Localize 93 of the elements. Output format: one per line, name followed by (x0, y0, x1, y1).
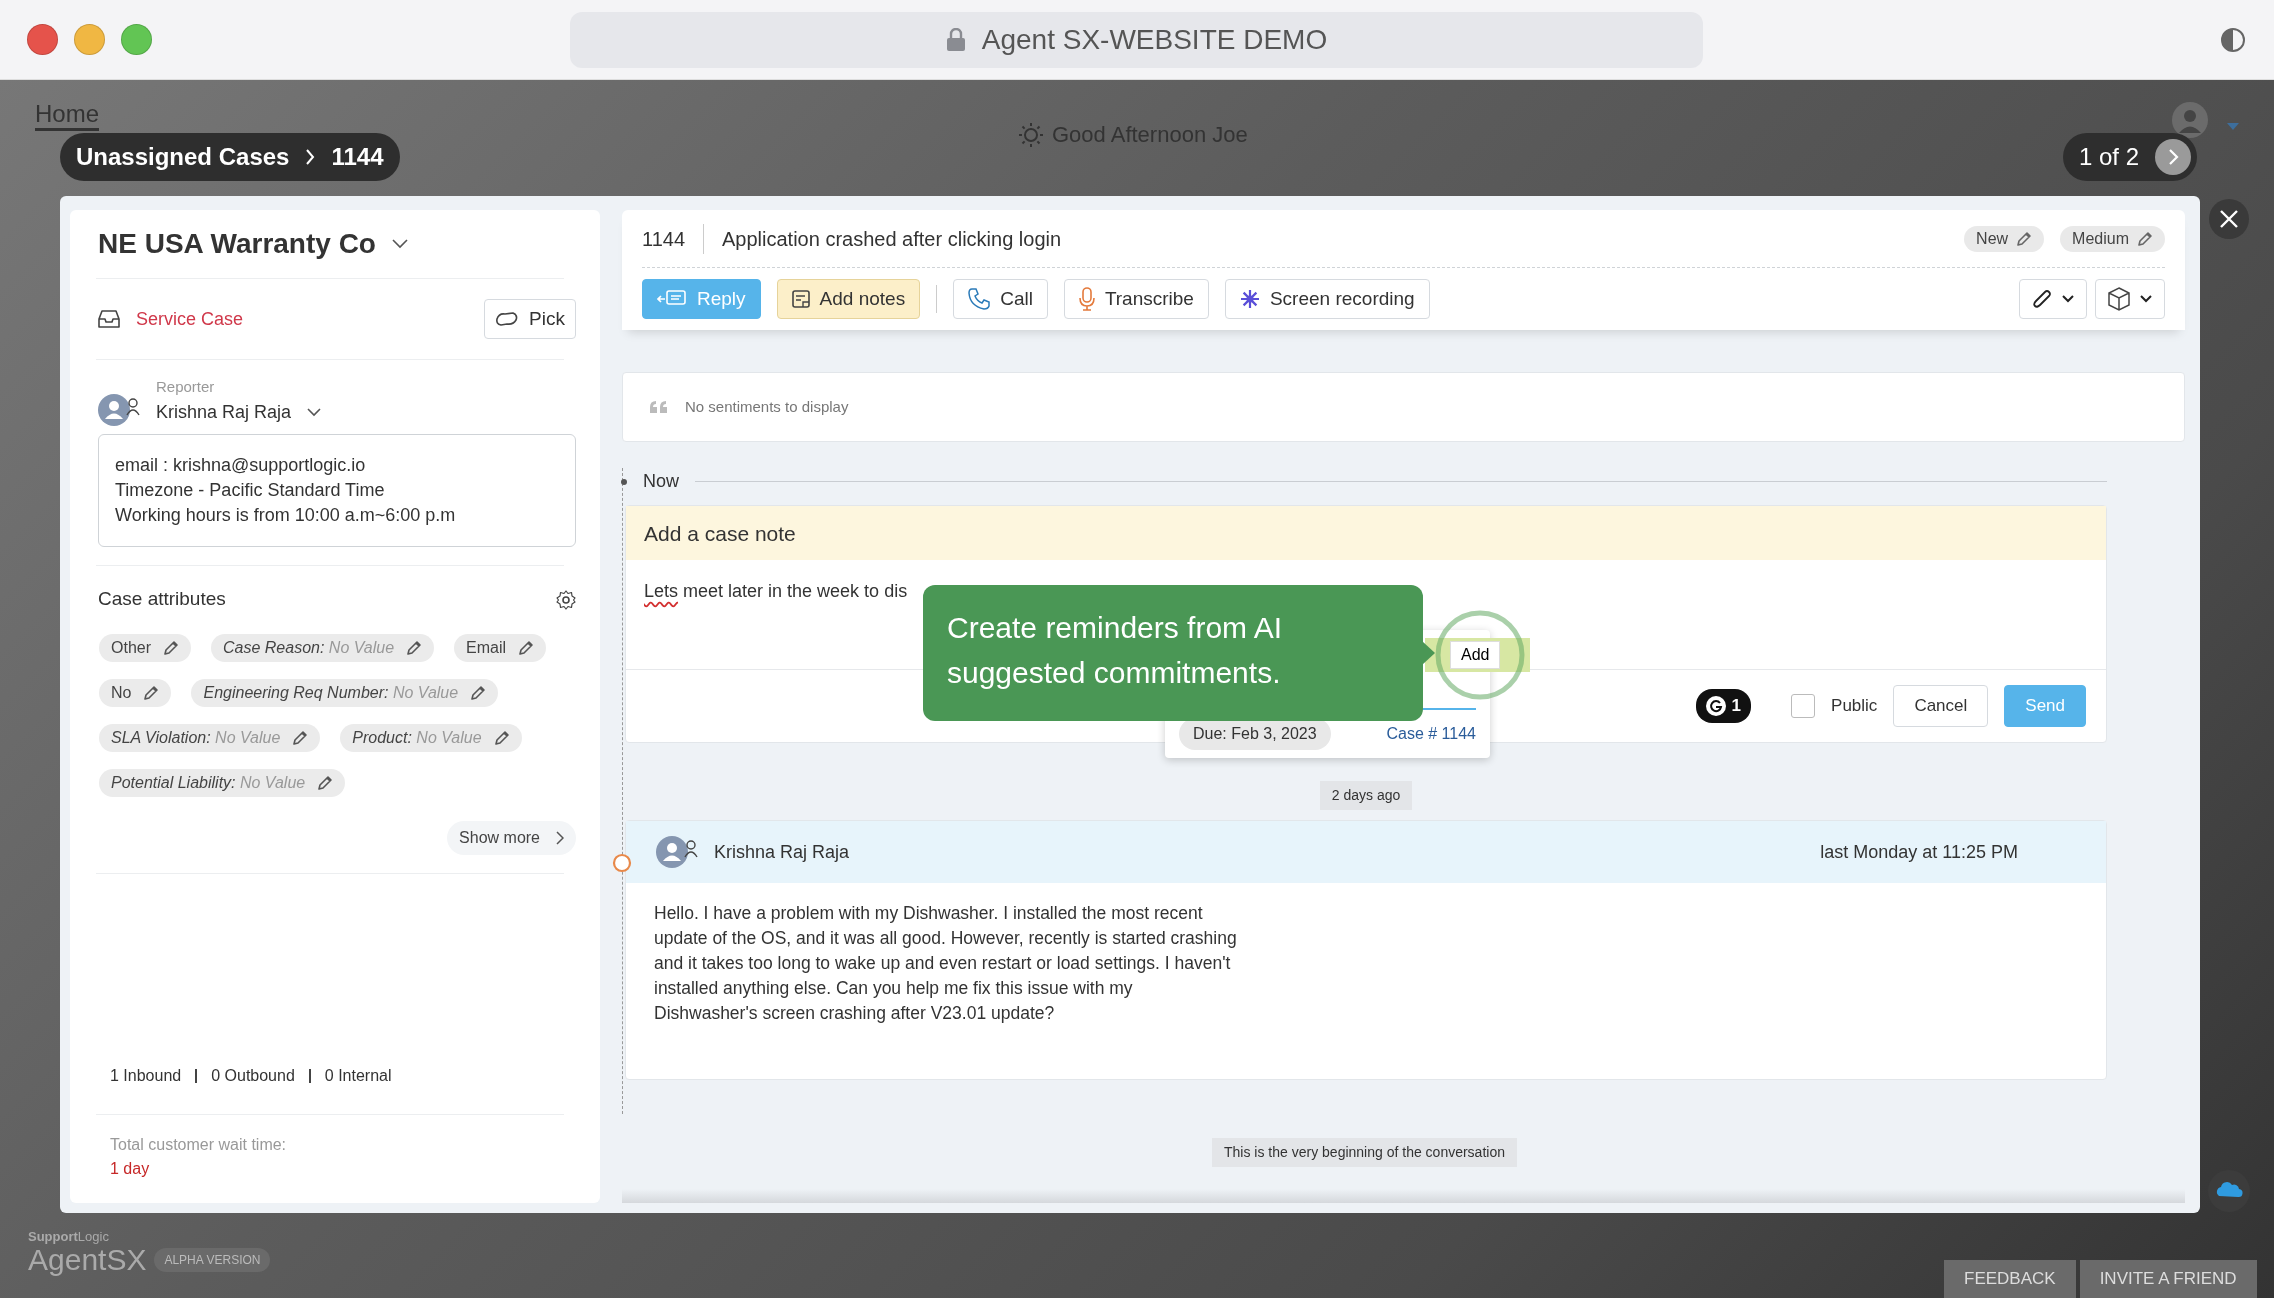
footer-button[interactable]: INVITE A FRIEND (2079, 1260, 2257, 1298)
window-control-button[interactable] (121, 24, 152, 55)
case-number: 1144 (642, 223, 704, 254)
breadcrumb-item[interactable]: 1144 (331, 139, 384, 175)
attribute-chip[interactable]: No (99, 678, 172, 707)
case-subject: Application crashed after clicking login (721, 226, 1062, 252)
message-time: last Monday at 11:25 PM (1820, 840, 2018, 864)
dropdown-button[interactable] (2095, 279, 2165, 319)
public-checkbox[interactable] (1791, 694, 1816, 718)
message-body: Hello. I have a problem with my Dishwasher. I installed the most recent update of the OS, and it was all good. However, recently is started crashing and it takes too long to wake up and even restart or load settings. I haven't installed anything else. Can you help me fix this issue with my Dishwasher's screen crashing after V23.01 update? (653, 902, 1238, 1025)
pencil-icon[interactable] (2137, 230, 2153, 247)
person-avatar-icon (656, 836, 698, 868)
show-more-button[interactable]: Show more (447, 820, 576, 855)
microphone-icon (1078, 287, 1095, 311)
pencil-icon[interactable] (143, 684, 160, 701)
note-icon (791, 290, 810, 308)
paperclip-icon (2032, 288, 2052, 310)
attribute-chip[interactable]: Engineering Req Number: No Value (191, 678, 499, 707)
address-bar[interactable]: Agent SX-WEBSITE DEMO (570, 12, 1703, 68)
attribute-chip[interactable]: Email (454, 633, 547, 662)
dropdown-button[interactable] (2019, 279, 2087, 319)
account-name: NE USA Warranty Co (98, 227, 376, 261)
pencil-icon[interactable] (317, 774, 334, 791)
conversation-start-note: This is the very beginning of the conversation (1212, 1138, 1517, 1167)
note-line: Working hours is from 10:00 a.m~6:00 p.m (115, 503, 457, 527)
lock-icon (945, 28, 966, 52)
person-avatar-icon (98, 393, 140, 426)
wait-time-value: 1 day (110, 1159, 151, 1179)
reporter-label: Reporter (156, 377, 216, 397)
message-count: 1 Inbound (110, 1066, 182, 1086)
case-link[interactable]: Case # 1144 (1386, 722, 1476, 746)
toolbar-button[interactable]: Transcribe (1063, 279, 1209, 319)
message-count: 0 Internal (324, 1066, 392, 1086)
chevron-right-icon (556, 830, 564, 845)
wait-time-label: Total customer wait time: (110, 1135, 288, 1155)
settings-icon[interactable] (556, 589, 576, 610)
author-name: Krishna Raj Raja (714, 840, 850, 864)
grammar-badge[interactable]: 1 (1695, 689, 1752, 723)
quote-icon (649, 400, 669, 414)
note-line: email : krishna@supportlogic.io (115, 453, 367, 477)
attribute-chip[interactable]: Case Reason: No Value (211, 633, 435, 662)
message-count: 0 Outbound (211, 1066, 295, 1086)
pencil-icon[interactable] (470, 684, 487, 701)
attribute-chip[interactable]: Potential Liability: No Value (99, 768, 346, 797)
caret-icon (2140, 295, 2152, 303)
toolbar-button[interactable]: Screen recording (1224, 279, 1430, 319)
breadcrumb-item[interactable]: Unassigned Cases (76, 139, 290, 175)
toolbar-button[interactable]: Call (953, 279, 1048, 319)
pencil-icon[interactable] (2016, 230, 2033, 247)
phone-icon (968, 288, 991, 310)
attribute-chip[interactable]: Product: No Value (340, 723, 522, 752)
footer-button[interactable]: FEEDBACK (1944, 1260, 2076, 1298)
pencil-icon[interactable] (493, 729, 510, 746)
sun-icon (1018, 121, 1044, 148)
pencil-icon[interactable] (406, 639, 423, 656)
timeline-label: Now (643, 470, 679, 493)
cancel-button[interactable]: Cancel (1893, 685, 1989, 727)
spark-icon (1239, 289, 1260, 309)
page-count: 1 of 2 (2079, 142, 2140, 172)
pencil-icon[interactable] (518, 639, 535, 656)
pick-button[interactable]: Pick (484, 299, 576, 339)
brand-tagline: SupportLogic (28, 1230, 110, 1244)
attribute-chip[interactable]: SLA Violation: No Value (99, 723, 321, 752)
inbox-icon (98, 310, 120, 328)
attribute-chip[interactable]: Other (99, 633, 191, 662)
next-page-button[interactable] (2155, 139, 2192, 175)
tooltip-pointer (1422, 641, 1436, 665)
reporter-name[interactable]: Krishna Raj Raja (156, 398, 292, 426)
page-title: Agent SX-WEBSITE DEMO (981, 23, 1328, 57)
status-tag[interactable]: New (1964, 225, 2045, 252)
note-line: Timezone - Pacific Standard Time (115, 478, 386, 502)
checkbox-label: Public (1831, 695, 1878, 718)
hint-tooltip: Create reminders from AI suggested commitments. (923, 585, 1423, 721)
close-button[interactable] (2209, 199, 2249, 239)
pencil-icon[interactable] (292, 729, 309, 746)
version-badge: ALPHA VERSION (154, 1248, 271, 1272)
chevron-right-icon (305, 149, 316, 165)
empty-message: No sentiments to display (685, 396, 849, 417)
time-separator: 2 days ago (1319, 781, 1413, 810)
case-type-label: Service Case (136, 307, 244, 331)
add-button[interactable]: Add (1450, 641, 1501, 669)
chevron-down-icon[interactable] (307, 407, 322, 417)
contrast-icon[interactable] (2220, 27, 2246, 53)
chevron-down-icon[interactable] (391, 239, 408, 249)
pencil-icon[interactable] (163, 639, 179, 656)
brand-logo: AgentSX (28, 1244, 147, 1276)
caret-icon (2062, 295, 2074, 303)
cube-icon (2108, 287, 2130, 311)
toolbar-button[interactable]: Add notes (776, 279, 921, 319)
window-control-button[interactable] (27, 24, 58, 55)
section-title: Case attributes (98, 587, 226, 612)
note-header: Add a case note (626, 506, 2106, 560)
status-tag[interactable]: Medium (2060, 225, 2165, 252)
